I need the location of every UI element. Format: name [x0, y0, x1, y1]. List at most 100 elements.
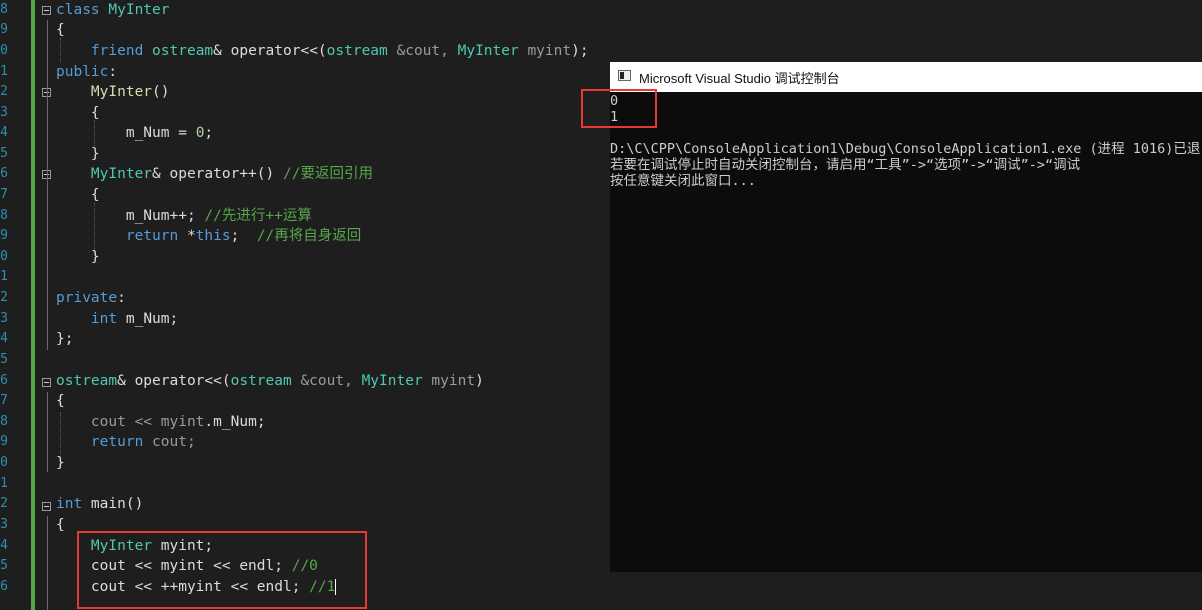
code-token: friend	[90, 43, 144, 59]
line-number: 8	[0, 414, 8, 429]
line-number: 6	[0, 373, 8, 388]
code-line[interactable]: private:	[56, 288, 126, 308]
code-line[interactable]: MyInter()	[56, 82, 170, 102]
code-token: cout;	[143, 434, 196, 450]
line-number: 8	[0, 208, 8, 223]
code-line[interactable]: int m_Num;	[56, 309, 178, 329]
line-number: 1	[0, 476, 8, 491]
code-token: & operator<<(	[117, 373, 231, 389]
line-number: 8	[0, 2, 8, 17]
code-token: operator<<(	[221, 43, 327, 59]
line-number: 7	[0, 187, 8, 202]
code-comment: //再将自身返回	[256, 228, 362, 244]
line-number: 3	[0, 311, 8, 326]
console-hint-message: 若要在调试停止时自动关闭控制台，请启用“工具”->“选项”->“调试”->“调试	[610, 157, 1081, 173]
code-line[interactable]: {	[56, 391, 65, 411]
code-token: )	[475, 373, 484, 389]
code-token: &cout,	[387, 43, 458, 59]
code-token: myint	[160, 414, 205, 430]
code-line[interactable]: ostream& operator<<(ostream &cout, MyInt…	[56, 371, 484, 391]
code-token: :	[117, 290, 126, 306]
code-line[interactable]: }	[56, 453, 65, 473]
code-token: this	[195, 228, 231, 244]
code-line[interactable]: int main()	[56, 494, 143, 514]
console-app-icon	[618, 70, 631, 81]
code-line[interactable]: m_Num++; //先进行++运算	[56, 206, 312, 226]
code-token: cout <<	[90, 414, 161, 430]
code-line[interactable]: {	[56, 515, 65, 535]
code-token: {	[56, 393, 65, 409]
code-token: main()	[82, 496, 144, 512]
code-token: );	[571, 43, 589, 59]
line-number: 1	[0, 269, 8, 284]
line-number: 9	[0, 434, 8, 449]
code-token: {	[90, 187, 100, 203]
line-number: 0	[0, 249, 8, 264]
code-token: MyInter	[90, 166, 153, 182]
code-token: m_Num++;	[125, 208, 205, 224]
code-token: private	[56, 290, 118, 306]
collapse-main-toggle[interactable]	[42, 502, 51, 511]
code-token: {	[56, 22, 65, 38]
code-line[interactable]: class MyInter	[56, 0, 170, 20]
code-line[interactable]: m_Num = 0;	[56, 123, 213, 143]
code-line[interactable]: }	[56, 247, 100, 267]
code-token: myint	[422, 373, 476, 389]
collapse-operator-shift-toggle[interactable]	[42, 378, 51, 387]
code-token: }	[90, 249, 100, 265]
code-comment: //先进行++运算	[204, 208, 312, 224]
line-number: 2	[0, 84, 8, 99]
code-token: int	[56, 496, 83, 512]
console-exit-message: D:\C\CPP\ConsoleApplication1\Debug\Conso…	[610, 141, 1201, 157]
code-token: MyInter	[361, 373, 423, 389]
code-line[interactable]: {	[56, 20, 65, 40]
code-line[interactable]: cout << myint.m_Num;	[56, 412, 266, 432]
line-number: 5	[0, 558, 8, 573]
code-line[interactable]: friend ostream& operator<<(ostream &cout…	[56, 41, 589, 61]
code-line[interactable]: public:	[56, 62, 117, 82]
code-token: public	[56, 64, 109, 80]
console-title-bar[interactable]: Microsoft Visual Studio 调试控制台	[610, 62, 1202, 92]
line-number: 7	[0, 393, 8, 408]
line-number: 6	[0, 166, 8, 181]
line-number: 1	[0, 64, 8, 79]
collapse-class-toggle[interactable]	[42, 6, 51, 15]
debug-console-window[interactable]: Microsoft Visual Studio 调试控制台 0 1 D:\C\C…	[610, 62, 1202, 572]
code-line[interactable]: return cout;	[56, 432, 196, 452]
highlight-box-console-output	[581, 89, 657, 128]
code-token: };	[56, 331, 74, 347]
code-line[interactable]: MyInter& operator++() //要返回引用	[56, 164, 373, 184]
console-title: Microsoft Visual Studio 调试控制台	[639, 71, 840, 86]
line-number: 4	[0, 331, 8, 346]
line-number: 2	[0, 290, 8, 305]
code-token: ()	[152, 84, 170, 100]
code-token: ;	[256, 414, 266, 430]
line-number: 0	[0, 43, 8, 58]
console-press-key-message: 按任意键关闭此窗口...	[610, 173, 756, 189]
code-token: MyInter	[108, 2, 170, 18]
code-token: *	[178, 228, 196, 244]
line-number: 4	[0, 125, 8, 140]
outline-guide	[47, 516, 48, 610]
line-number: 0	[0, 455, 8, 470]
change-tracking-bar	[31, 0, 35, 610]
code-token: ostream	[56, 373, 118, 389]
code-token: int	[90, 311, 118, 327]
code-line[interactable]: return *this; //再将自身返回	[56, 226, 361, 246]
code-comment: //要返回引用	[282, 166, 373, 182]
code-token: MyInter	[457, 43, 519, 59]
code-token: MyInter	[90, 84, 153, 100]
code-line[interactable]: {	[56, 103, 100, 123]
code-token: myint	[518, 43, 572, 59]
code-line[interactable]: {	[56, 185, 100, 205]
code-line[interactable]: }	[56, 144, 100, 164]
code-token: ostream	[326, 43, 388, 59]
line-number: 4	[0, 538, 8, 553]
code-token: &	[213, 43, 222, 59]
code-line[interactable]: };	[56, 329, 73, 349]
code-token: ostream	[152, 43, 214, 59]
code-token: m_Num;	[117, 311, 179, 327]
code-token: class	[56, 2, 100, 18]
line-number: 9	[0, 22, 8, 37]
line-number: 3	[0, 105, 8, 120]
